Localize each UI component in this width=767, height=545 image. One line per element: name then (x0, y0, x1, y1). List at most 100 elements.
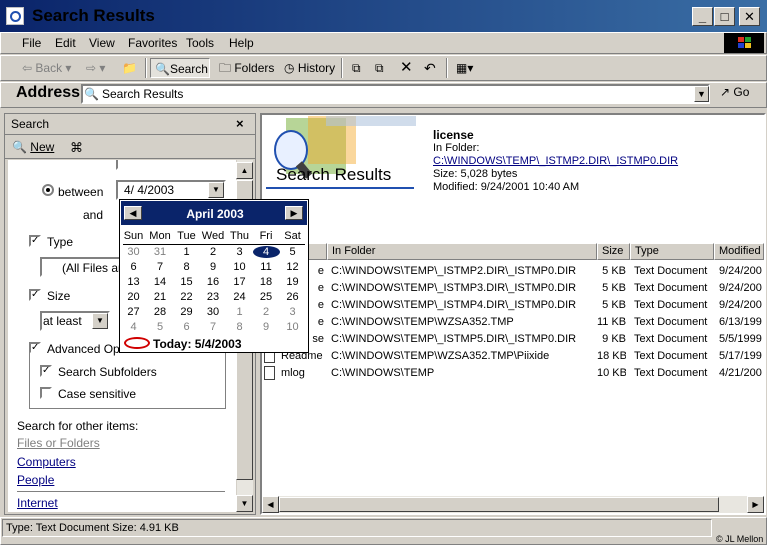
calendar-day[interactable]: 6 (120, 261, 147, 273)
calendar-day[interactable]: 8 (173, 261, 200, 273)
scroll-right-button[interactable]: ▶ (747, 496, 764, 513)
calendar-day[interactable]: 7 (200, 321, 227, 333)
type-checkbox[interactable]: ✓ (29, 235, 41, 247)
in-folder-link[interactable]: C:\WINDOWS\TEMP\_ISTMP2.DIR\_ISTMP0.DIR (433, 155, 678, 167)
calendar-day[interactable]: 2 (253, 306, 280, 318)
between-radio[interactable] (42, 184, 54, 196)
calendar-day[interactable]: 16 (200, 276, 227, 288)
scroll-left-button[interactable]: ◀ (262, 496, 279, 513)
copy-to-button[interactable]: ⧉ (371, 58, 384, 78)
search-assistant-icon[interactable]: ⌘ (70, 140, 83, 156)
calendar-day[interactable]: 9 (200, 261, 227, 273)
calendar-day[interactable]: 19 (279, 276, 306, 288)
calendar-day[interactable]: 10 (279, 321, 306, 333)
history-button[interactable]: ◷ History (280, 58, 335, 78)
calendar-day[interactable]: 10 (226, 261, 253, 273)
column-header-modified[interactable]: Modified (714, 243, 764, 260)
column-header-in-folder[interactable]: In Folder (327, 243, 597, 260)
calendar-day[interactable]: 6 (173, 321, 200, 333)
horizontal-scroll-thumb[interactable] (279, 497, 719, 512)
size-cell: 5 KB (602, 299, 626, 311)
internet-link[interactable]: Internet (17, 496, 58, 510)
calendar-day[interactable]: 14 (147, 276, 174, 288)
column-header-size[interactable]: Size (597, 243, 630, 260)
address-label: Address (16, 84, 81, 101)
calendar-day[interactable]: 11 (253, 261, 280, 273)
menu-edit[interactable]: Edit (55, 36, 76, 50)
calendar-dow-label: Mon (149, 230, 171, 242)
scroll-up-button[interactable]: ▲ (236, 162, 253, 179)
menu-favorites[interactable]: Favorites (128, 36, 177, 50)
close-button[interactable]: ✕ (739, 7, 760, 26)
calendar-day[interactable]: 23 (200, 291, 227, 303)
go-label: Go (733, 85, 750, 99)
calendar-day[interactable]: 31 (147, 246, 174, 258)
calendar-day[interactable]: 27 (120, 306, 147, 318)
calendar-day[interactable]: 28 (147, 306, 174, 318)
calendar-day[interactable]: 5 (147, 321, 174, 333)
computers-link[interactable]: Computers (17, 455, 76, 469)
address-dropdown-button[interactable]: ▼ (694, 86, 709, 102)
back-button[interactable]: ⇦ Back ▾ (18, 58, 71, 78)
calendar-day[interactable]: 2 (200, 246, 227, 258)
case-sensitive-checkbox[interactable] (40, 387, 52, 399)
move-to-button[interactable]: ⧉ (348, 58, 361, 78)
calendar-day[interactable]: 17 (226, 276, 253, 288)
calendar-day[interactable]: 1 (226, 306, 253, 318)
folders-button[interactable]: 🗀 Folders (215, 58, 274, 78)
address-value: Search Results (102, 87, 184, 101)
column-header-type[interactable]: Type (630, 243, 714, 260)
calendar-day[interactable]: 7 (147, 261, 174, 273)
calendar-day[interactable]: 12 (279, 261, 306, 273)
calendar-day[interactable]: 15 (173, 276, 200, 288)
back-arrow-icon: ⇦ (22, 61, 36, 75)
menu-tools[interactable]: Tools (186, 36, 214, 50)
views-button[interactable]: ▦▾ (452, 58, 473, 78)
calendar-day[interactable]: 25 (253, 291, 280, 303)
calendar-today-button[interactable]: Today: 5/4/2003 (153, 337, 242, 351)
menu-file[interactable]: File (22, 36, 41, 50)
search-pane-close-button[interactable]: × (236, 116, 244, 131)
new-search-button[interactable]: 🔍 New (12, 140, 54, 154)
calendar-day[interactable]: 9 (253, 321, 280, 333)
calendar-day[interactable]: 8 (226, 321, 253, 333)
calendar-day[interactable]: 4 (120, 321, 147, 333)
calendar-day[interactable]: 26 (279, 291, 306, 303)
calendar-day[interactable]: 29 (173, 306, 200, 318)
menu-view[interactable]: View (89, 36, 115, 50)
calendar-day[interactable]: 30 (120, 246, 147, 258)
search-subfolders-checkbox[interactable]: ✓ (40, 365, 52, 377)
calendar-prev-month-button[interactable]: ◀ (124, 206, 142, 220)
size-value: at least (43, 314, 82, 328)
delete-button[interactable]: ✕ (396, 58, 413, 78)
calendar-day[interactable]: 13 (120, 276, 147, 288)
minimize-button[interactable]: _ (692, 7, 713, 26)
calendar-day[interactable]: 21 (147, 291, 174, 303)
calendar-day[interactable]: 1 (173, 246, 200, 258)
calendar-day[interactable]: 30 (200, 306, 227, 318)
menu-help[interactable]: Help (229, 36, 254, 50)
date-from-dropdown[interactable]: ▼ (208, 182, 224, 198)
calendar-day[interactable]: 20 (120, 291, 147, 303)
go-button[interactable]: ↗ Go (720, 85, 749, 99)
undo-button[interactable]: ↶ (420, 58, 436, 78)
search-button[interactable]: 🔍Search (150, 58, 210, 78)
files-or-folders-link[interactable]: Files or Folders (17, 436, 100, 450)
forward-button[interactable]: ⇨ ▾ (82, 58, 105, 78)
people-link[interactable]: People (17, 473, 54, 487)
calendar-next-month-button[interactable]: ▶ (285, 206, 303, 220)
calendar-day[interactable]: 4 (252, 246, 280, 258)
calendar-day[interactable]: 3 (279, 306, 306, 318)
size-checkbox[interactable]: ✓ (29, 289, 41, 301)
calendar-day[interactable]: 24 (226, 291, 253, 303)
search-label: Search (169, 62, 208, 76)
date-to-field-partial[interactable] (116, 160, 182, 170)
calendar-day[interactable]: 3 (226, 246, 253, 258)
maximize-button[interactable]: □ (714, 7, 735, 26)
calendar-day[interactable]: 22 (173, 291, 200, 303)
scroll-down-button[interactable]: ▼ (236, 495, 253, 512)
calendar-day[interactable]: 18 (253, 276, 280, 288)
up-folder-button[interactable]: 📁 (118, 58, 137, 78)
size-dropdown[interactable]: ▼ (92, 313, 108, 329)
calendar-day[interactable]: 5 (279, 246, 306, 258)
